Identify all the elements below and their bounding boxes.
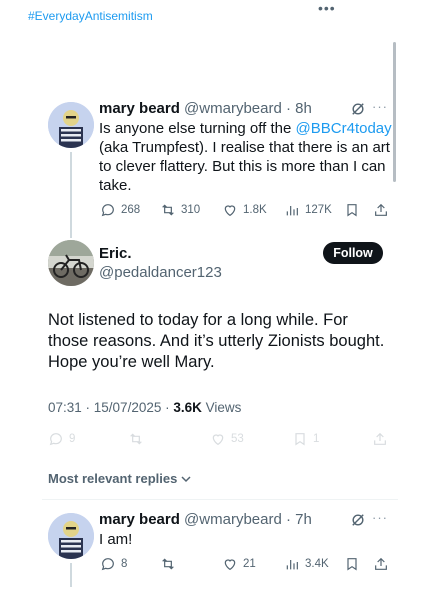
views-button[interactable]: 3.4K: [284, 555, 329, 573]
views-label: Views: [201, 400, 242, 415]
post-time[interactable]: · 7h: [286, 511, 312, 528]
repost-icon: [130, 433, 142, 445]
heart-icon: [224, 205, 236, 217]
bookmark-icon: [347, 558, 357, 571]
views-count: 3.4K: [305, 558, 329, 570]
tweet-text-end: (aka Trumpfest). I realise that there is…: [99, 139, 390, 194]
sort-label: Most relevant replies: [48, 471, 178, 486]
share-button[interactable]: [372, 430, 388, 448]
grok-icon[interactable]: [351, 513, 365, 527]
like-button[interactable]: 21: [222, 555, 256, 573]
thread-line: [70, 152, 72, 238]
tweet-text-start: Is anyone else turning off the: [99, 120, 296, 137]
share-button[interactable]: [373, 555, 389, 573]
more-icon[interactable]: ···: [372, 99, 388, 114]
mention-link[interactable]: @BBCr4today: [296, 120, 392, 137]
like-button[interactable]: 53: [210, 430, 244, 448]
like-count: 21: [243, 558, 256, 570]
timestamp[interactable]: 07:31 · 15/07/2025 ·: [48, 400, 173, 415]
sort-replies-dropdown[interactable]: Most relevant replies: [48, 471, 192, 486]
tweet-meta: 07:31 · 15/07/2025 · 3.6K Views: [48, 400, 241, 415]
repost-icon: [162, 558, 174, 570]
hashtag-link[interactable]: #EverydayAntisemitism: [28, 9, 153, 23]
reply-button[interactable]: 8: [100, 555, 127, 573]
top-bar: #EverydayAntisemitism •••: [0, 0, 442, 26]
avatar-portrait-icon: [48, 513, 94, 559]
avatar-portrait-icon: [48, 102, 94, 148]
avatar[interactable]: [48, 240, 94, 286]
reply-button[interactable]: 9: [48, 430, 75, 448]
tweet-text: Not listened to today for a long while. …: [48, 311, 385, 371]
heart-icon: [212, 434, 224, 446]
repost-count: 310: [181, 204, 201, 216]
like-count: 1.8K: [243, 204, 267, 216]
tweet-header: mary beard @wmarybeard · 7h: [99, 511, 312, 528]
author-name[interactable]: mary beard: [99, 100, 180, 117]
repost-button[interactable]: [160, 555, 176, 573]
tweet-actions: 8 21 3.4K: [100, 555, 392, 573]
views-count: 127K: [305, 204, 332, 216]
reply-count: 9: [69, 433, 76, 445]
more-options-icon[interactable]: •••: [318, 0, 336, 16]
reply-icon: [101, 558, 114, 571]
avatar[interactable]: [48, 102, 94, 148]
more-icon[interactable]: ···: [372, 510, 388, 525]
like-button[interactable]: 1.8K: [222, 201, 267, 219]
author-name[interactable]: mary beard: [99, 511, 180, 528]
bookmark-icon: [295, 433, 305, 446]
heart-icon: [224, 559, 236, 571]
repost-button[interactable]: 310: [160, 201, 200, 219]
bookmark-button[interactable]: 1: [292, 430, 319, 448]
author-handle[interactable]: @pedaldancer123: [99, 264, 222, 281]
divider: [42, 499, 398, 500]
reply-count: 8: [121, 558, 128, 570]
reply-icon: [49, 433, 62, 446]
views-button[interactable]: 127K: [284, 201, 332, 219]
bookmark-button[interactable]: [344, 555, 360, 573]
grok-icon[interactable]: [351, 102, 365, 116]
share-button[interactable]: [373, 201, 389, 219]
share-icon: [375, 557, 387, 570]
bookmark-button[interactable]: [344, 201, 360, 219]
repost-button[interactable]: [128, 430, 144, 448]
share-icon: [375, 203, 387, 216]
bookmark-count: 1: [313, 433, 320, 445]
author-handle[interactable]: @wmarybeard: [184, 511, 282, 528]
follow-button[interactable]: Follow: [323, 242, 383, 264]
author-handle[interactable]: @wmarybeard: [184, 100, 282, 117]
chevron-down-icon: [181, 475, 191, 482]
tweet-actions: 9 53 1: [48, 430, 388, 448]
reply-count: 268: [121, 204, 141, 216]
tweet-text: I am!: [99, 531, 133, 548]
reply-button[interactable]: 268: [100, 201, 140, 219]
views-count: 3.6K: [173, 400, 202, 415]
share-icon: [374, 432, 386, 445]
avatar-bicycles-icon: [48, 240, 94, 286]
repost-icon: [162, 204, 174, 216]
tweet-header: mary beard @wmarybeard · 8h: [99, 100, 312, 117]
avatar[interactable]: [48, 513, 94, 559]
reply-icon: [101, 204, 114, 217]
analytics-icon: [286, 206, 298, 216]
author-name[interactable]: Eric.: [99, 245, 132, 262]
tweet-text: Is anyone else turning off the @BBCr4tod…: [99, 119, 395, 195]
tweet-actions: 268 310 1.8K 127K: [100, 201, 392, 219]
analytics-icon: [286, 560, 298, 570]
post-time[interactable]: · 8h: [286, 100, 312, 117]
bookmark-icon: [347, 204, 357, 217]
thread-line: [70, 563, 72, 587]
like-count: 53: [231, 433, 244, 445]
